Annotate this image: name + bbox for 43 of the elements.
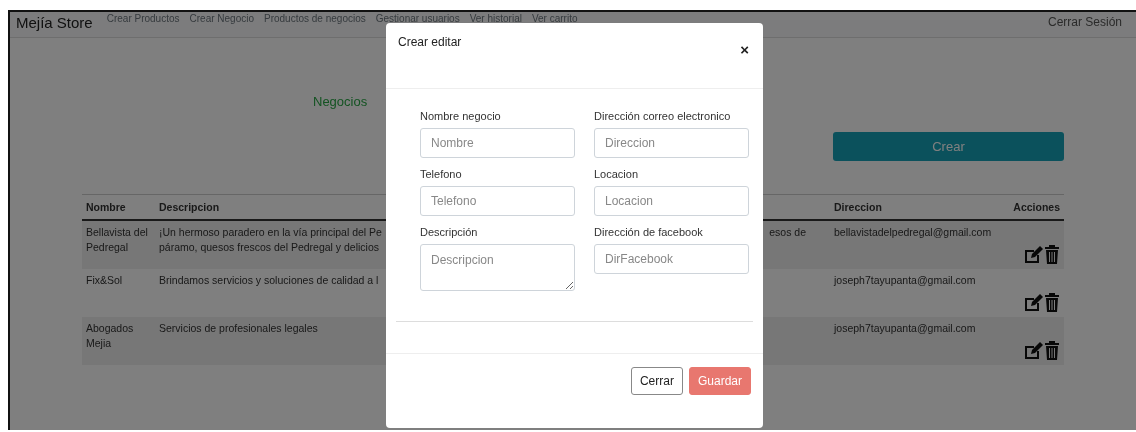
input-field[interactable]: DirFacebook: [594, 244, 749, 274]
table-cell: ¡Un hermoso paradero en la vía principal del Pe páramo, quesos frescos del Pedregal y delicios: [159, 226, 382, 254]
input-field[interactable]: Telefono: [420, 186, 575, 216]
table-cell: Brindamos servicios y soluciones de calidad a l: [159, 274, 379, 286]
column-header: Acciones: [1013, 201, 1060, 213]
table-cell: Bellavista del Pedregal: [86, 226, 148, 254]
nav-link[interactable]: Productos de negocios: [264, 13, 366, 24]
table-cell: joseph7tayupanta@gmail.com: [834, 322, 976, 334]
field-label: Dirección correo electronico: [594, 110, 732, 122]
field-label: Descripción: [420, 226, 479, 238]
table-cell: Fix&Sol: [86, 274, 123, 286]
table-cell: Servicios de profesionales legales: [159, 322, 318, 334]
edit-icon[interactable]: [1023, 341, 1044, 361]
field-label: Locacion: [594, 168, 640, 180]
text-area[interactable]: Descripcion: [420, 244, 575, 291]
input-field[interactable]: Direccion: [594, 128, 749, 158]
logout-link[interactable]: Cerrar Sesión: [1047, 15, 1122, 29]
page-heading: Negocios: [313, 94, 368, 109]
close-button[interactable]: Cerrar: [630, 367, 683, 395]
table-cell: bellavistadelpedregal@gmail.com: [834, 226, 992, 238]
edit-icon[interactable]: [1023, 293, 1044, 313]
field-label: Dirección de facebook: [594, 226, 704, 238]
nav-link[interactable]: Crear Negocio: [189, 13, 254, 24]
create-button[interactable]: Crear: [833, 132, 1064, 161]
nav-link[interactable]: Ver carrito: [531, 13, 578, 24]
nav-link[interactable]: Ver historial: [469, 13, 522, 24]
column-header: Descripcion: [159, 201, 220, 213]
input-field[interactable]: Nombre: [420, 128, 575, 158]
field-label: Telefono: [420, 168, 463, 180]
nav-link[interactable]: Gestionar usuarios: [375, 13, 460, 24]
field-label: Nombre negocio: [420, 110, 502, 122]
modal-title: Crear editar: [398, 35, 462, 49]
column-header: Nombre: [86, 201, 126, 213]
brand-logo[interactable]: Mejía Store: [16, 14, 93, 31]
close-button[interactable]: ×: [740, 41, 749, 58]
table-cell: Abogados Mejia: [86, 322, 134, 350]
nav-link[interactable]: Crear Productos: [106, 13, 180, 24]
edit-icon[interactable]: [1023, 245, 1044, 265]
save-button[interactable]: Guardar: [688, 367, 751, 395]
table-cell-text: esos de: [769, 225, 806, 240]
column-header: Direccion: [834, 201, 882, 213]
table-cell: joseph7tayupanta@gmail.com: [834, 274, 976, 286]
input-field[interactable]: Locacion: [594, 186, 749, 216]
